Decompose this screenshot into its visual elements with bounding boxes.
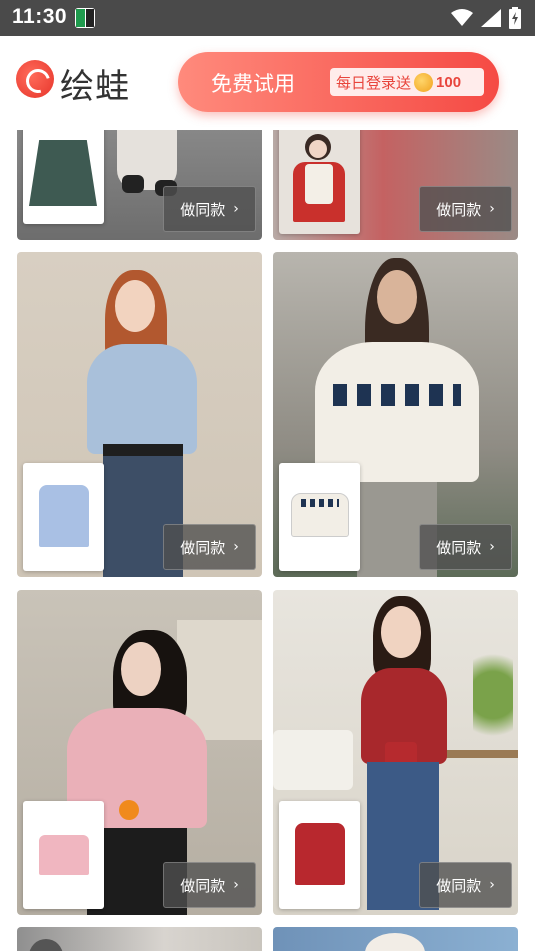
garment-thumbnail[interactable] <box>23 130 104 224</box>
make-same-label: 做同款 <box>436 876 482 895</box>
feed-card[interactable]: 做同款 › <box>17 590 262 915</box>
make-same-label: 做同款 <box>436 538 482 557</box>
chevron-right-icon: › <box>489 201 495 217</box>
blue-shirt-image <box>39 485 89 547</box>
model-sweater <box>315 342 479 482</box>
daily-login-badge: 每日登录送 100 <box>330 68 484 96</box>
make-same-button[interactable]: 做同款 › <box>163 186 256 232</box>
chevron-right-icon: › <box>233 539 239 555</box>
make-same-label: 做同款 <box>180 876 226 895</box>
make-same-button[interactable]: 做同款 › <box>163 524 256 570</box>
garment-thumbnail[interactable] <box>279 463 360 571</box>
notification-app-icon <box>75 8 95 28</box>
shoe <box>122 175 144 193</box>
model-face <box>121 642 161 696</box>
make-same-label: 做同款 <box>436 200 482 219</box>
model-face <box>115 280 155 332</box>
feed-card[interactable]: 做同款 › <box>273 590 518 915</box>
make-same-button[interactable]: 做同款 › <box>419 524 512 570</box>
chevron-right-icon: › <box>489 877 495 893</box>
wifi-icon <box>451 9 473 26</box>
sweater-pattern <box>333 384 461 406</box>
pink-tshirt-image <box>39 835 89 875</box>
daily-login-coins: 100 <box>436 73 462 91</box>
garment-thumbnail[interactable] <box>279 130 360 234</box>
chevron-right-icon: › <box>233 201 239 217</box>
orange-fruit <box>119 800 139 820</box>
chevron-right-icon: › <box>233 877 239 893</box>
model-shirt <box>87 344 197 454</box>
battery-charging-icon <box>509 7 521 29</box>
red-cardigan-image <box>295 823 345 885</box>
chevron-right-icon: › <box>489 539 495 555</box>
model-vest <box>305 164 333 204</box>
model-face <box>377 270 417 324</box>
garment-thumbnail[interactable] <box>23 463 104 571</box>
make-same-label: 做同款 <box>180 200 226 219</box>
feed-card[interactable]: 做同款 › <box>17 252 262 577</box>
make-same-button[interactable]: 做同款 › <box>419 862 512 908</box>
plant <box>473 640 513 750</box>
daily-login-label: 每日登录送 <box>336 73 412 92</box>
sofa <box>273 730 353 790</box>
feed-card[interactable]: 做同款 › <box>273 252 518 577</box>
coin-icon <box>414 72 434 92</box>
sweater-image-pattern <box>301 499 339 507</box>
feed-card[interactable]: 做同款 › <box>17 130 262 240</box>
app-logo-icon <box>16 60 54 98</box>
feed-card[interactable]: 做同款 › <box>273 130 518 240</box>
model-face <box>309 140 327 158</box>
inspiration-feed[interactable]: 做同款 › 做同款 › 做同款 › 做同款 › 做同款 › 做同款 › <box>0 130 535 951</box>
model-face <box>381 606 421 658</box>
table <box>443 750 518 758</box>
garment-thumbnail[interactable] <box>23 801 104 909</box>
brand-name: 绘蛙 <box>60 67 130 107</box>
make-same-button[interactable]: 做同款 › <box>163 862 256 908</box>
make-same-button[interactable]: 做同款 › <box>419 186 512 232</box>
garment-thumbnail[interactable] <box>279 801 360 909</box>
free-trial-label: 免费试用 <box>211 72 295 96</box>
make-same-label: 做同款 <box>180 538 226 557</box>
signal-icon <box>481 9 501 27</box>
free-trial-button[interactable]: 免费试用 每日登录送 100 <box>178 52 499 112</box>
feed-card[interactable] <box>273 927 518 951</box>
app-header: 绘蛙 免费试用 每日登录送 100 <box>0 36 535 130</box>
feed-card[interactable] <box>17 927 262 951</box>
status-time: 11:30 <box>12 5 68 28</box>
pleated-skirt-image <box>29 140 97 206</box>
status-bar: 11:30 <box>0 0 535 36</box>
